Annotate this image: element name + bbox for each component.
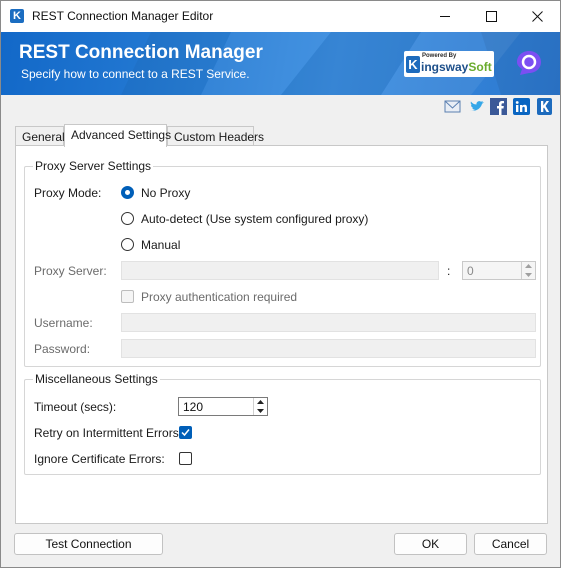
checkmark-icon [181,429,190,437]
port-separator: : [447,264,451,278]
logo-name: ingswaySoft [421,60,492,74]
tab-advanced-settings[interactable]: Advanced Settings [64,124,171,147]
misc-group-label: Miscellaneous Settings [33,372,160,386]
proxy-port-stepper[interactable]: 0 [462,261,536,280]
miscellaneous-settings-group: Miscellaneous Settings Timeout (secs): 1… [24,372,541,475]
maximize-button[interactable] [468,1,514,32]
radio-no-proxy-label[interactable]: No Proxy [141,186,190,200]
proxy-server-input[interactable] [121,261,439,280]
email-icon[interactable] [444,98,461,115]
logo-name-main: ingsway [421,60,469,74]
radio-manual[interactable] [121,238,134,251]
logo-powered-by: Powered By [422,53,457,59]
username-input[interactable] [121,313,536,332]
proxy-server-label: Proxy Server: [34,264,107,278]
window-title: REST Connection Manager Editor [32,9,214,23]
kingswaysoft-logo: Powered By K ingswaySoft [404,51,494,77]
dialog-window: K REST Connection Manager Editor REST Co… [0,0,561,568]
timeout-stepper[interactable]: 120 [178,397,268,416]
kingswaysoft-icon[interactable] [537,98,554,115]
username-label: Username: [34,316,93,330]
banner-title: REST Connection Manager [19,42,263,63]
password-label: Password: [34,342,91,356]
radio-manual-label[interactable]: Manual [141,238,180,252]
spin-up-icon[interactable] [254,398,267,407]
retry-label: Retry on Intermittent Errors: [34,426,183,440]
tab-custom-headers[interactable]: Custom Headers [167,126,264,146]
ok-button[interactable]: OK [394,533,467,555]
radio-auto-detect-label[interactable]: Auto-detect (Use system configured proxy… [141,212,368,226]
twitter-icon[interactable] [468,98,485,115]
title-bar[interactable]: K REST Connection Manager Editor [1,1,560,32]
spin-down-icon[interactable] [254,407,267,416]
logo-k-mark: K [406,56,420,73]
proxy-auth-checkbox[interactable] [121,290,134,303]
spin-down-icon[interactable] [522,271,535,280]
minimize-icon [439,16,450,17]
tab-general[interactable]: General [15,126,65,146]
test-connection-button[interactable]: Test Connection [14,533,163,555]
proxy-port-spin-buttons[interactable] [521,262,535,279]
advanced-settings-panel: Proxy Server Settings Proxy Mode: No Pro… [15,145,548,524]
close-button[interactable] [514,1,560,32]
logo-name-soft: Soft [468,60,492,74]
password-input[interactable] [121,339,536,358]
timeout-value: 120 [183,400,204,414]
radio-no-proxy[interactable] [121,186,134,199]
linkedin-icon[interactable] [513,98,530,115]
close-icon [531,11,543,22]
social-bar [1,95,560,119]
maximize-icon [485,11,497,22]
banner-subtitle: Specify how to connect to a REST Service… [21,67,250,81]
chat-bubble-icon [517,51,541,75]
proxy-auth-label: Proxy authentication required [141,290,298,304]
timeout-spin-buttons[interactable] [253,398,267,415]
spin-up-icon[interactable] [522,262,535,271]
facebook-icon[interactable] [490,98,507,115]
minimize-button[interactable] [422,1,468,32]
header-banner: REST Connection Manager Specify how to c… [1,32,560,95]
proxy-port-value: 0 [467,264,474,278]
retry-checkbox[interactable] [179,426,192,439]
ignore-cert-checkbox[interactable] [179,452,192,465]
cancel-button[interactable]: Cancel [474,533,547,555]
timeout-label: Timeout (secs): [34,400,117,414]
proxy-server-settings-group: Proxy Server Settings Proxy Mode: No Pro… [24,159,541,367]
ignore-cert-label: Ignore Certificate Errors: [34,452,165,466]
proxy-group-label: Proxy Server Settings [33,159,154,173]
radio-auto-detect[interactable] [121,212,134,225]
proxy-mode-label: Proxy Mode: [34,186,102,200]
kingswaysoft-app-icon: K [10,9,24,23]
